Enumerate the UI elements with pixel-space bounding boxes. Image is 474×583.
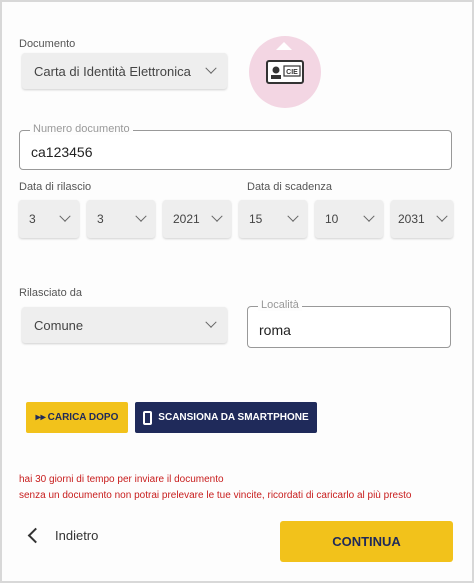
warning-info-text: senza un documento non potrai prelevare … [19,490,412,501]
scadenza-day-select[interactable]: 15 [239,200,307,238]
id-card-icon: CIE [266,60,304,84]
chevron-down-icon [287,210,299,222]
back-button[interactable]: Indietro [27,527,99,544]
back-label: Indietro [55,528,99,543]
rilascio-year-select[interactable]: 2021 [163,200,231,238]
scansiona-smartphone-button[interactable]: SCANSIONA DA SMARTPHONE [135,402,317,433]
numero-documento-field[interactable]: Numero documento ca123456 [19,123,452,170]
cie-notch [276,42,292,50]
rilasciato-da-label: Rilasciato da [19,287,82,299]
data-scadenza-label: Data di scadenza [247,181,332,193]
rilascio-month-select[interactable]: 3 [87,200,155,238]
continue-button[interactable]: CONTINUA [280,521,453,562]
scadenza-year-value: 2031 [398,212,425,226]
carica-dopo-button[interactable]: ▸▸ CARICA DOPO [26,402,128,433]
rilasciato-da-select[interactable]: Comune [22,307,227,343]
chevron-down-icon [205,316,217,328]
chevron-down-icon [59,210,71,222]
rilascio-year-value: 2021 [173,212,200,226]
documento-select[interactable]: Carta di Identità Elettronica [22,53,227,89]
localita-field[interactable]: Località roma [247,299,451,348]
chevron-down-icon [135,210,147,222]
rilascio-month-value: 3 [97,212,104,226]
chevron-down-icon [363,210,375,222]
rilasciato-da-value: Comune [34,317,84,333]
documento-label: Documento [19,38,76,50]
scadenza-month-value: 10 [325,212,339,226]
chevron-down-icon [205,62,217,74]
chevron-down-icon [211,210,223,222]
scadenza-day-value: 15 [249,212,263,226]
rilascio-day-value: 3 [29,212,36,226]
smartphone-icon [143,410,153,425]
numero-documento-label: Numero documento [30,123,133,135]
localita-value: roma [259,322,291,338]
warning-deadline-text: hai 30 giorni di tempo per inviare il do… [19,474,224,485]
documento-select-value: Carta di Identità Elettronica [34,63,191,79]
cie-badge-text: CIE [286,69,298,76]
scadenza-year-select[interactable]: 2031 [391,200,453,238]
data-rilascio-label: Data di rilascio [19,181,92,193]
fast-forward-icon: ▸▸ [35,412,46,423]
scansiona-label: SCANSIONA DA SMARTPHONE [158,412,309,423]
localita-label: Località [258,299,302,311]
scadenza-month-select[interactable]: 10 [315,200,383,238]
carica-dopo-label: CARICA DOPO [47,412,119,423]
numero-documento-value: ca123456 [31,144,93,160]
chevron-left-icon [27,527,44,544]
rilascio-day-select[interactable]: 3 [19,200,79,238]
chevron-down-icon [436,210,448,222]
